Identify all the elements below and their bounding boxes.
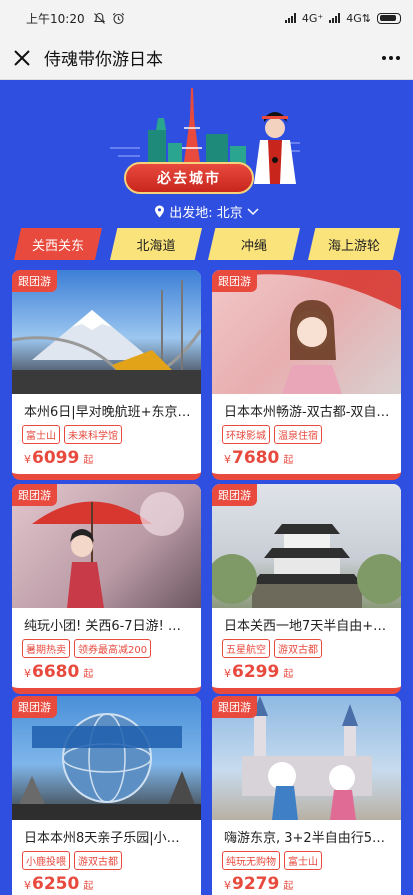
currency-symbol: ¥ — [224, 879, 231, 892]
network-label-1: 4G⁺ — [301, 11, 324, 25]
tour-price: ¥ 6680 起 — [12, 658, 201, 688]
more-dot — [389, 55, 393, 60]
page-title: 侍魂带你游日本 — [44, 50, 163, 70]
chevron-down-icon — [247, 207, 259, 215]
tour-type-badge: 跟团游 — [212, 484, 257, 506]
tour-name: 日本关西一地7天半自由+… — [224, 619, 387, 634]
tour-image-castle: 跟团游 — [212, 484, 401, 608]
tour-card[interactable]: 跟团游 嗨游东京, 3+2半自由行5… 纯玩无购物 富士山 ¥ 9279 起 — [212, 696, 401, 895]
region-tabs: 关西关东 北海道 冲绳 海上游轮 — [10, 228, 405, 260]
price-value: 9279 — [232, 874, 280, 894]
currency-symbol: ¥ — [224, 453, 231, 466]
tour-name: 日本本州8天亲子乐园|小鹿… — [24, 831, 193, 846]
tour-price: ¥ 7680 起 — [212, 444, 401, 474]
departure-selector[interactable]: 出发地: 北京 — [0, 202, 413, 221]
more-dot — [396, 55, 400, 60]
currency-symbol: ¥ — [24, 453, 31, 466]
tab-cruise[interactable]: 海上游轮 — [308, 228, 400, 260]
status-bar: 上午10:20 4G⁺ 4G⇅ — [0, 0, 413, 36]
tour-tags: 环球影城 温泉住宿 — [212, 422, 401, 444]
tour-tag: 小鹿投喂 — [22, 851, 70, 870]
title-bar: 侍魂带你游日本 — [0, 36, 413, 80]
tour-tags: 暑期热卖 领券最高减200 — [12, 636, 201, 658]
tour-image-fuji-coaster: 跟团游 — [12, 270, 201, 394]
tour-image-kimono-umbrella: 跟团游 — [212, 270, 401, 394]
price-unit: 起 — [283, 455, 294, 466]
tour-price: ¥ 9279 起 — [212, 870, 401, 895]
price-value: 6099 — [32, 448, 80, 468]
tour-card[interactable]: 跟团游 日本本州畅游-双古都-双自… 环球影城 温泉住宿 ¥ 7680 起 — [212, 270, 401, 480]
tour-tag: 领券最高减200 — [74, 639, 152, 658]
must-visit-cities-button[interactable]: 必去城市 — [124, 162, 254, 194]
price-value: 6680 — [32, 662, 80, 682]
tab-hokkaido[interactable]: 北海道 — [110, 228, 202, 260]
status-time: 上午10:20 — [26, 11, 85, 26]
tour-tag: 富士山 — [22, 425, 60, 444]
tour-tags: 五星航空 游双古都 — [212, 636, 401, 658]
tour-tag: 游双古都 — [74, 851, 122, 870]
tab-kansai-kanto[interactable]: 关西关东 — [14, 228, 102, 260]
tour-type-badge: 跟团游 — [12, 696, 57, 718]
price-unit: 起 — [83, 881, 94, 892]
tour-tags: 富士山 未来科学馆 — [12, 422, 201, 444]
tour-name: 本州6日|早对晚航班+东京… — [24, 405, 191, 420]
currency-symbol: ¥ — [24, 667, 31, 680]
currency-symbol: ¥ — [24, 879, 31, 892]
tour-card[interactable]: 跟团游 纯玩小团! 关西6-7日游! … 暑期热卖 领券最高减200 ¥ 668… — [12, 484, 201, 694]
tour-image-disney-castle: 跟团游 — [212, 696, 401, 820]
tour-tag: 纯玩无购物 — [222, 851, 280, 870]
price-value: 6299 — [232, 662, 280, 682]
price-value: 6250 — [32, 874, 80, 894]
tour-tag: 富士山 — [284, 851, 322, 870]
tour-price: ¥ 6299 起 — [212, 658, 401, 688]
tour-type-badge: 跟团游 — [12, 484, 57, 506]
tour-name: 日本本州畅游-双古都-双自… — [224, 405, 390, 420]
signal-icon — [284, 13, 296, 23]
tour-tags: 纯玩无购物 富士山 — [212, 848, 401, 870]
tour-tag: 环球影城 — [222, 425, 270, 444]
location-pin-icon — [155, 205, 165, 218]
tour-tag: 游双古都 — [274, 639, 322, 658]
network-label-2: 4G⇅ — [346, 11, 371, 25]
tab-okinawa[interactable]: 冲绳 — [208, 228, 300, 260]
departure-label: 出发地: 北京 — [169, 206, 243, 221]
tour-price: ¥ 6250 起 — [12, 870, 201, 895]
battery-icon — [377, 12, 401, 24]
tour-type-badge: 跟团游 — [212, 270, 257, 292]
tour-tags: 小鹿投喂 游双古都 — [12, 848, 201, 870]
tour-tag: 温泉住宿 — [274, 425, 322, 444]
tour-card[interactable]: 跟团游 本州6日|早对晚航班+东京… 富士山 未来科学馆 ¥ 6099 起 — [12, 270, 201, 480]
tour-name: 纯玩小团! 关西6-7日游! … — [24, 619, 181, 634]
price-unit: 起 — [83, 669, 94, 680]
tour-card[interactable]: 跟团游 日本本州8天亲子乐园|小鹿… 小鹿投喂 游双古都 ¥ 6250 起 — [12, 696, 201, 895]
tour-tag: 暑期热卖 — [22, 639, 70, 658]
status-notification-icons — [93, 12, 125, 25]
tour-name: 嗨游东京, 3+2半自由行5… — [224, 831, 385, 846]
tour-image-universal-globe: 跟团游 — [12, 696, 201, 820]
tour-card[interactable]: 跟团游 日本关西一地7天半自由+… 五星航空 游双古都 ¥ 6299 起 — [212, 484, 401, 694]
price-unit: 起 — [283, 881, 294, 892]
tour-tag: 未来科学馆 — [64, 425, 122, 444]
price-unit: 起 — [283, 669, 294, 680]
close-icon — [14, 49, 30, 66]
price-value: 7680 — [232, 448, 280, 468]
signal-icon-2 — [329, 13, 341, 23]
mute-icon — [93, 12, 105, 24]
tour-tag: 五星航空 — [222, 639, 270, 658]
close-button[interactable] — [2, 36, 42, 80]
tour-type-badge: 跟团游 — [12, 270, 57, 292]
alarm-icon — [112, 12, 124, 24]
tour-image-umbrella-sakura: 跟团游 — [12, 484, 201, 608]
tour-price: ¥ 6099 起 — [12, 444, 201, 474]
more-button[interactable] — [369, 36, 413, 80]
currency-symbol: ¥ — [224, 667, 231, 680]
tour-type-badge: 跟团游 — [212, 696, 257, 718]
more-dot — [382, 55, 386, 60]
price-unit: 起 — [83, 455, 94, 466]
